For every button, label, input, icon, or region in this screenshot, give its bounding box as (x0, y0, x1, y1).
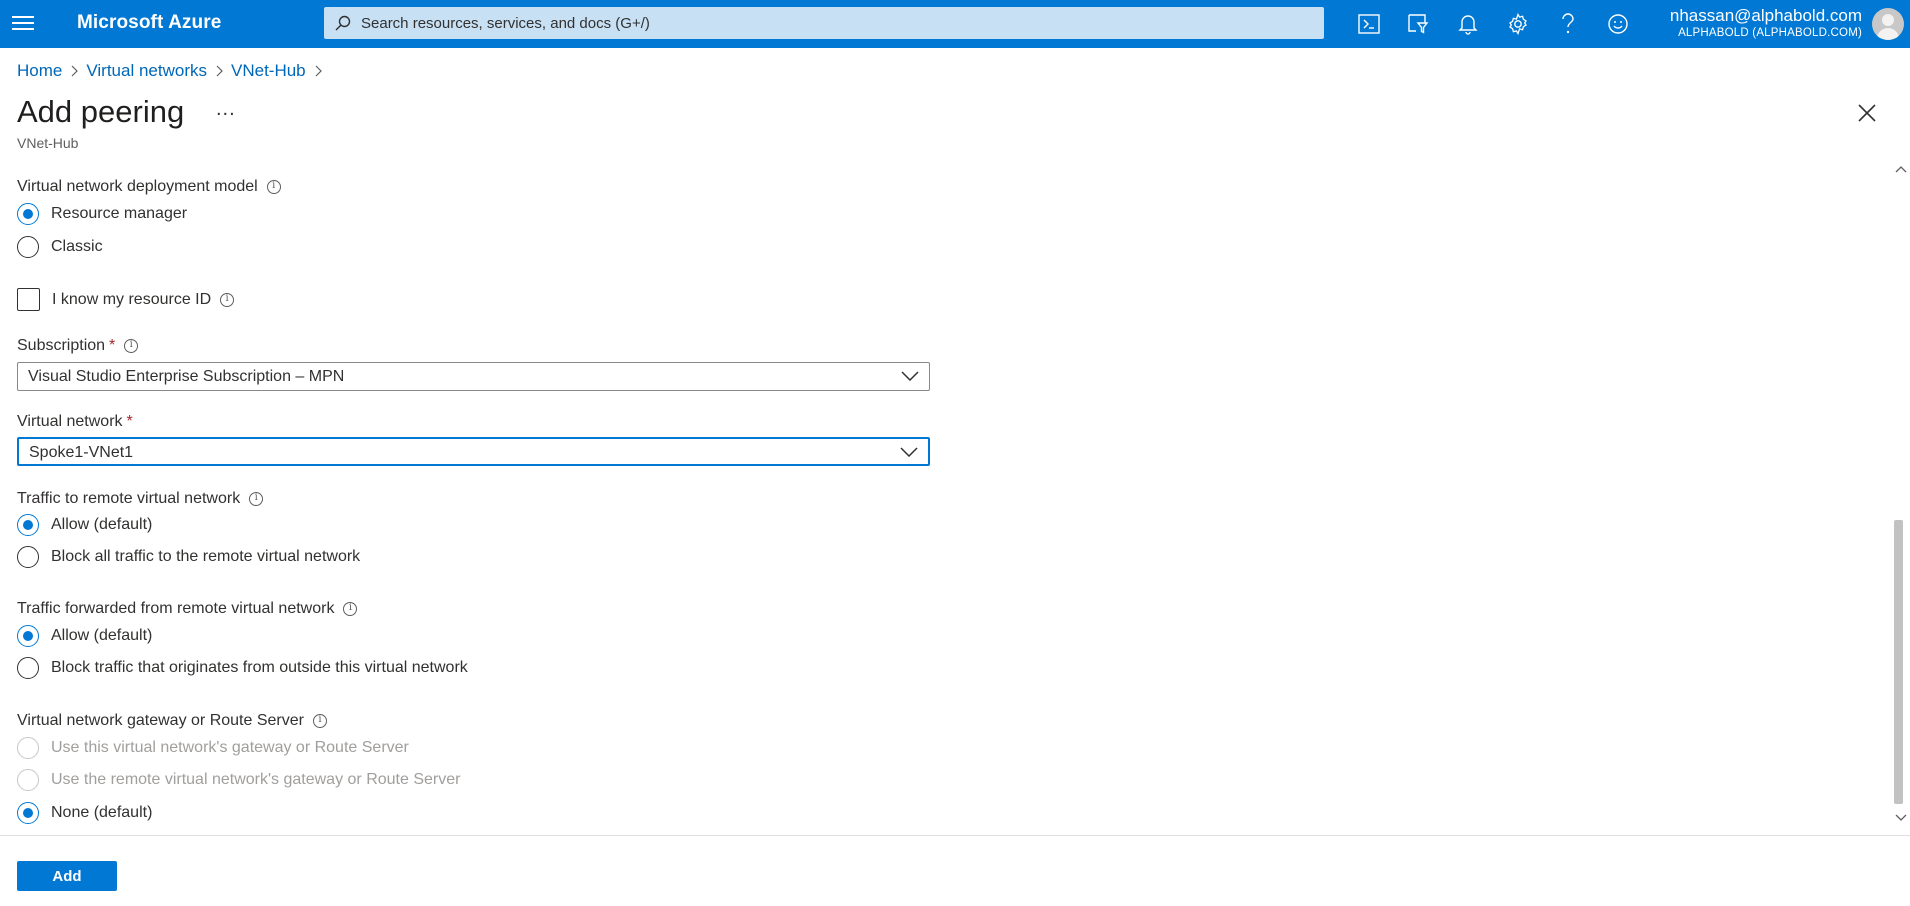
radio-button[interactable] (17, 236, 39, 258)
add-button[interactable]: Add (17, 861, 117, 891)
info-icon[interactable] (343, 602, 358, 616)
virtual-network-value: Spoke1-VNet1 (29, 444, 134, 461)
subscription-dropdown[interactable]: Visual Studio Enterprise Subscription – … (17, 362, 930, 391)
info-icon[interactable] (312, 714, 327, 728)
radio-label: Allow (default) (51, 627, 153, 644)
virtual-network-label: Virtual network * (17, 413, 133, 431)
chevron-right-icon (306, 61, 330, 81)
radio-label: Classic (51, 238, 103, 255)
required-marker: * (126, 413, 133, 430)
radio-gateway-none[interactable]: None (default) (17, 802, 152, 824)
footer-divider (0, 835, 1910, 836)
vertical-scrollbar[interactable] (1892, 160, 1910, 835)
settings-icon[interactable] (1504, 10, 1532, 38)
page-title: Add peering (17, 94, 185, 129)
virtual-network-dropdown[interactable]: Spoke1-VNet1 (17, 437, 930, 466)
radio-label: None (default) (51, 804, 153, 821)
radio-button[interactable] (17, 657, 39, 679)
form-scroll-area (0, 160, 1910, 835)
radio-traffic-remote-block[interactable]: Block all traffic to the remote virtual … (17, 546, 360, 568)
breadcrumb-home[interactable]: Home (17, 61, 62, 81)
breadcrumb-virtual-networks[interactable]: Virtual networks (86, 61, 207, 81)
chevron-right-icon (207, 61, 231, 81)
traffic-forwarded-label: Traffic forwarded from remote virtual ne… (17, 600, 358, 618)
radio-traffic-forwarded-block[interactable]: Block traffic that originates from outsi… (17, 657, 468, 679)
radio-button[interactable] (17, 546, 39, 568)
info-icon[interactable] (220, 292, 235, 307)
gateway-label-text: Virtual network gateway or Route Server (17, 712, 304, 729)
top-bar: Microsoft Azure Search resources, servic… (0, 0, 1910, 48)
subscription-label-text: Subscription (17, 337, 106, 354)
radio-traffic-forwarded-allow[interactable]: Allow (default) (17, 625, 152, 647)
page-subtitle: VNet-Hub (17, 135, 79, 151)
resource-id-checkbox-row[interactable]: I know my resource ID (17, 288, 235, 311)
deployment-model-label-text: Virtual network deployment model (17, 178, 258, 195)
checkbox-label: I know my resource ID (52, 290, 212, 308)
breadcrumb-vnet-hub[interactable]: VNet-Hub (231, 61, 306, 81)
traffic-remote-label: Traffic to remote virtual network (17, 490, 264, 508)
chevron-down-icon (901, 371, 919, 381)
subscription-label: Subscription * (17, 337, 139, 355)
radio-traffic-remote-allow[interactable]: Allow (default) (17, 514, 152, 536)
resource-id-checkbox[interactable] (17, 288, 40, 311)
traffic-forwarded-label-text: Traffic forwarded from remote virtual ne… (17, 600, 335, 617)
radio-classic[interactable]: Classic (17, 236, 103, 258)
subscription-value: Visual Studio Enterprise Subscription – … (28, 368, 345, 385)
more-options-button[interactable]: ... (216, 98, 236, 121)
avatar[interactable] (1872, 8, 1904, 40)
chevron-right-icon (62, 61, 86, 81)
radio-gateway-use-this: Use this virtual network's gateway or Ro… (17, 737, 409, 759)
radio-label: Allow (default) (51, 516, 153, 533)
global-search-input[interactable]: Search resources, services, and docs (G+… (324, 7, 1324, 39)
radio-button[interactable] (17, 514, 39, 536)
radio-button[interactable] (17, 625, 39, 647)
user-email: nhassan@alphabold.com (1669, 6, 1862, 25)
feedback-icon[interactable] (1604, 10, 1632, 38)
radio-button[interactable] (17, 203, 39, 225)
user-tenant: ALPHABOLD (ALPHABOLD.COM) (1678, 27, 1862, 39)
required-marker: * (109, 337, 116, 354)
account-info[interactable]: nhassan@alphabold.com ALPHABOLD (ALPHABO… (1670, 6, 1862, 40)
virtual-network-label-text: Virtual network (17, 413, 123, 430)
gateway-label: Virtual network gateway or Route Server (17, 712, 327, 730)
radio-label: Resource manager (51, 205, 188, 222)
brand-title[interactable]: Microsoft Azure (77, 12, 221, 34)
notifications-icon[interactable] (1454, 10, 1482, 38)
scroll-up-icon[interactable] (1895, 165, 1907, 173)
radio-label: Use the remote virtual network's gateway… (51, 771, 461, 788)
chevron-down-icon (900, 447, 918, 457)
portal-menu-icon[interactable] (12, 12, 34, 34)
radio-label: Use this virtual network's gateway or Ro… (51, 739, 409, 756)
radio-label: Block traffic that originates from outsi… (51, 659, 468, 676)
info-icon[interactable] (266, 180, 281, 194)
directory-filter-icon[interactable] (1404, 10, 1432, 38)
info-icon[interactable] (124, 339, 139, 353)
close-icon[interactable] (1856, 102, 1878, 124)
breadcrumb: Home Virtual networks VNet-Hub (17, 61, 330, 81)
search-icon (335, 15, 351, 31)
cloud-shell-icon[interactable] (1355, 10, 1383, 38)
traffic-remote-label-text: Traffic to remote virtual network (17, 490, 241, 507)
radio-button (17, 737, 39, 759)
help-icon[interactable] (1554, 10, 1582, 38)
scroll-down-icon[interactable] (1895, 814, 1907, 822)
radio-resource-manager[interactable]: Resource manager (17, 203, 187, 225)
scrollbar-thumb[interactable] (1894, 520, 1903, 804)
info-icon[interactable] (249, 492, 264, 506)
radio-label: Block all traffic to the remote virtual … (51, 548, 361, 565)
radio-button[interactable] (17, 802, 39, 824)
radio-gateway-use-remote: Use the remote virtual network's gateway… (17, 769, 460, 791)
deployment-model-label: Virtual network deployment model (17, 178, 281, 196)
search-placeholder: Search resources, services, and docs (G+… (361, 15, 650, 32)
radio-button (17, 769, 39, 791)
